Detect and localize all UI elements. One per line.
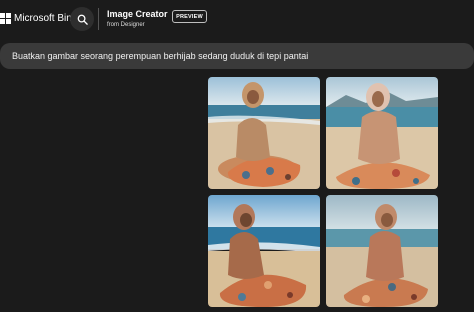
result-image-3-art	[208, 195, 320, 307]
prompt-text: Buatkan gambar seorang perempuan berhija…	[12, 51, 309, 61]
product-title: Image Creator	[107, 9, 168, 19]
microsoft-bing-logo[interactable]: Microsoft Bing	[0, 11, 77, 25]
result-image-1[interactable]	[208, 77, 320, 189]
search-icon	[77, 14, 88, 25]
brand-name: Microsoft Bing	[14, 12, 78, 24]
microsoft-logo-icon	[0, 12, 11, 24]
top-bar: Microsoft Bing Image Creator from Design…	[0, 0, 474, 38]
preview-badge[interactable]: PREVIEW	[172, 10, 207, 23]
result-image-2[interactable]	[326, 77, 438, 189]
result-image-4-art	[326, 195, 438, 307]
prompt-bar[interactable]: Buatkan gambar seorang perempuan berhija…	[0, 43, 474, 69]
search-button[interactable]	[70, 7, 94, 31]
product-subtitle: from Designer	[107, 22, 145, 28]
result-image-4[interactable]	[326, 195, 438, 307]
result-image-1-art	[208, 77, 320, 189]
header-divider	[98, 8, 99, 30]
result-image-2-art	[326, 77, 438, 189]
result-image-3[interactable]	[208, 195, 320, 307]
product-title-block: Image Creator from Designer	[107, 9, 168, 30]
